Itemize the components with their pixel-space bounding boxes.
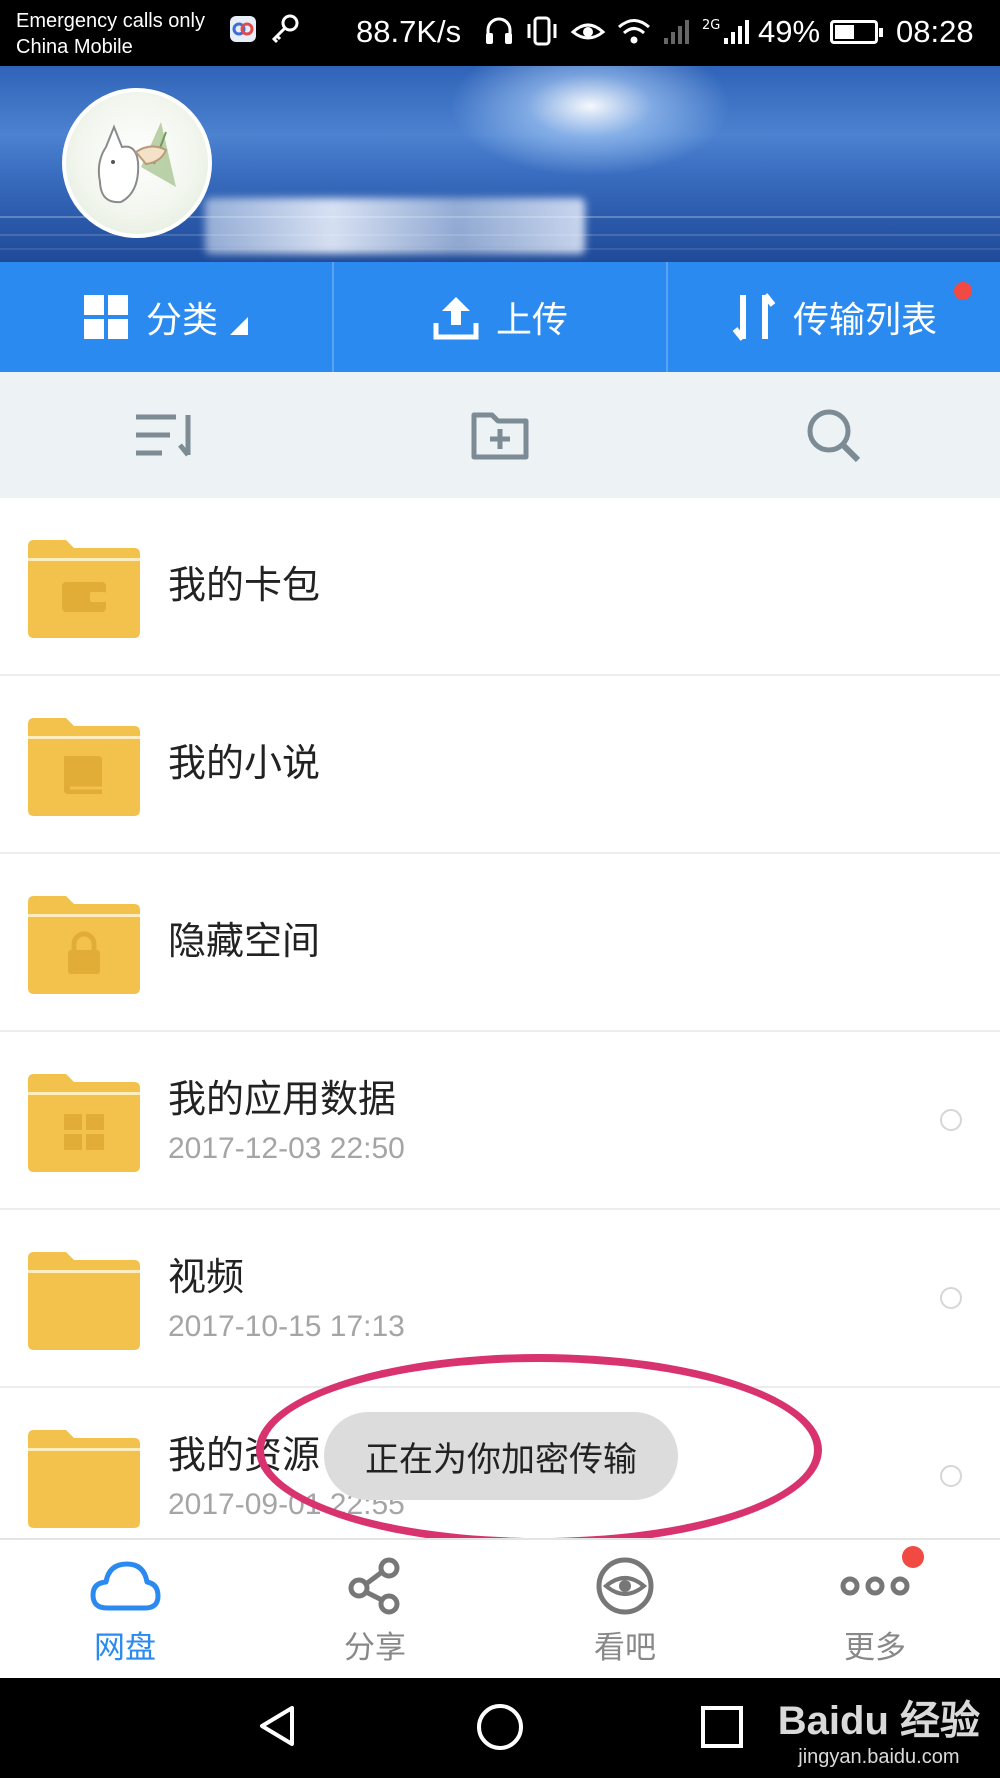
status-carrier: Emergency calls only China Mobile [16,8,205,60]
status-carrier-text: China Mobile [16,36,133,58]
search-icon [807,409,861,463]
status-bar: Emergency calls only China Mobile 88.7K/… [0,0,1000,66]
wifi-icon [618,19,650,44]
watermark-sub: jingyan.baidu.com [798,1746,960,1768]
baidu-app-icon [230,16,256,42]
notification-dot [902,1546,924,1568]
network-speed: 88.7K/s [356,14,462,49]
folder-wallet-icon [28,540,140,638]
nav-more[interactable]: 更多 [750,1540,1000,1680]
eye-icon [596,1557,654,1615]
file-name: 我的应用数据 [168,1077,397,1121]
nav-share[interactable]: 分享 [250,1540,500,1680]
baidu-jingyan-watermark: Baidu 经验 jingyan.baidu.com [778,1688,980,1769]
file-date: 2017-10-15 17:13 [168,1310,405,1343]
list-item[interactable]: 我的卡包 [0,498,1000,676]
nav-netdisk[interactable]: 网盘 [0,1540,250,1680]
tab-category-label: 分类 [145,300,218,341]
battery-icon [830,20,883,44]
grid-icon [83,295,128,339]
select-radio[interactable] [940,1109,962,1131]
upload-icon [433,297,479,340]
list-item[interactable]: 隐藏空间 [0,854,1000,1032]
nav-more-label: 更多 [844,1630,906,1666]
cloud-icon [90,1561,161,1611]
nav-watch[interactable]: 看吧 [500,1540,750,1680]
file-name: 视频 [168,1255,245,1299]
eye-care-icon [570,23,606,40]
folder-book-icon [28,718,140,816]
tab-category[interactable]: 分类 [0,262,332,372]
share-icon [348,1557,400,1615]
signal-weak-icon [664,20,689,44]
watermark-main: Baidu 经验 [777,1699,980,1743]
select-radio[interactable] [940,1465,962,1487]
folder-icon [28,1252,140,1350]
clock: 08:28 [896,14,974,49]
profile-header [0,66,1000,262]
folder-icon [28,1430,140,1528]
signal-strength-icon [724,20,750,44]
highlight-ellipse [256,1354,822,1546]
list-item[interactable]: 我的小说 [0,676,1000,854]
bottom-nav: 网盘 分享 看吧 更多 [0,1538,1000,1680]
nav-watch-label: 看吧 [594,1630,656,1666]
status-emergency-text: Emergency calls only [16,10,205,32]
nav-share-label: 分享 [344,1630,406,1666]
sort-icon [135,414,191,457]
nav-netdisk-label: 网盘 [94,1630,156,1666]
home-icon[interactable] [475,1702,525,1752]
file-name: 我的卡包 [168,563,321,607]
tab-upload[interactable]: 上传 [332,262,666,372]
battery-percent: 49% [758,14,821,49]
file-date: 2017-12-03 22:50 [168,1132,405,1165]
file-toolbar [0,372,1000,498]
folder-lock-icon [28,896,140,994]
vibrate-icon [527,16,557,46]
network-type-tag: 2G [702,17,721,33]
key-icon [271,14,299,44]
recents-icon[interactable] [700,1705,744,1749]
cat-avatar-icon [97,122,176,204]
new-folder-button[interactable] [333,372,666,498]
more-dots-icon [840,1576,910,1596]
notification-dot [954,282,972,300]
status-app-icons [228,12,302,46]
tab-transfer-label: 传输列表 [792,300,937,341]
select-radio[interactable] [940,1287,962,1309]
tab-upload-label: 上传 [495,300,568,341]
folder-apps-icon [28,1074,140,1172]
back-icon[interactable] [254,1702,302,1750]
headset-icon [486,17,512,44]
new-folder-icon [471,412,529,460]
transfer-arrows-icon [732,293,776,341]
file-name: 我的小说 [168,741,321,785]
avatar[interactable] [62,88,212,238]
tab-transfer-list[interactable]: 传输列表 [666,262,1000,372]
username-blurred [205,198,585,254]
list-item[interactable]: 我的应用数据 2017-12-03 22:50 [0,1032,1000,1210]
file-name: 隐藏空间 [168,919,321,963]
system-nav-bar: Baidu 经验 jingyan.baidu.com [0,1678,1000,1778]
status-icons: 2G [484,14,752,48]
dropdown-triangle-icon [230,317,248,335]
action-tabbar: 分类 上传 传输列表 [0,262,1000,372]
search-button[interactable] [667,372,1000,498]
sort-button[interactable] [0,372,333,498]
